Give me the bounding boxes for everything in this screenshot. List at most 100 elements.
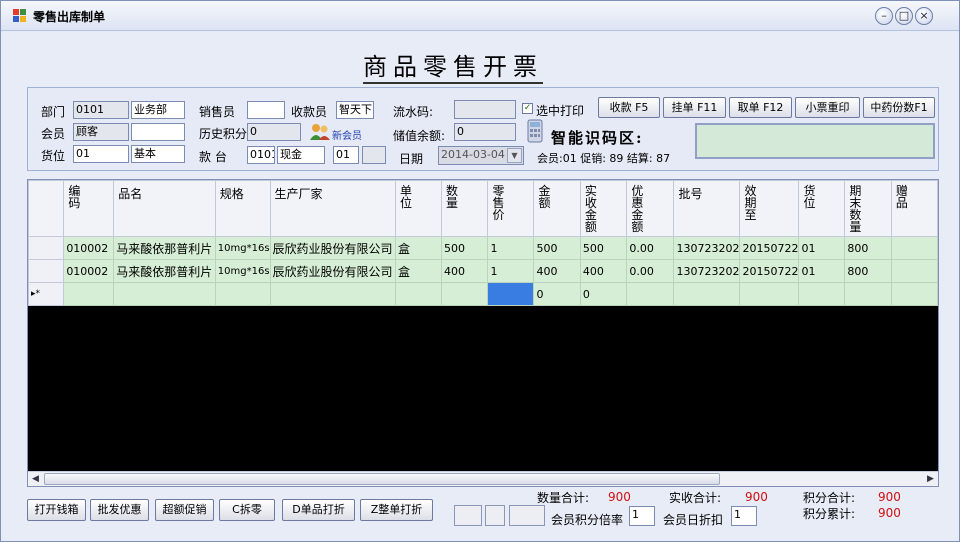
cell-gift[interactable] bbox=[890, 236, 938, 260]
cell-spec[interactable]: 10mg*16s bbox=[214, 236, 271, 260]
cell-qty[interactable]: 500 bbox=[441, 236, 489, 260]
cell-stock[interactable]: 800 bbox=[844, 259, 892, 283]
collect-button[interactable]: 收款 F5 bbox=[598, 97, 660, 118]
cell-price[interactable]: 1 bbox=[487, 236, 535, 260]
table-row[interactable]: 010002 马来酸依那普利片 10mg*16s 辰欣药业股份有限公司 盒 40… bbox=[28, 259, 938, 283]
column-header-unit[interactable]: 单位 bbox=[395, 180, 443, 237]
table-row[interactable]: 010002 马来酸依那普利片 10mg*16s 辰欣药业股份有限公司 盒 50… bbox=[28, 236, 938, 260]
points-rate-field[interactable]: 1 bbox=[629, 506, 655, 526]
cell-expiry[interactable]: 20150722 bbox=[739, 236, 800, 260]
cell-unit[interactable]: 盒 bbox=[395, 236, 443, 260]
serial-field[interactable] bbox=[454, 100, 516, 119]
cell-discount[interactable]: 0.00 bbox=[626, 259, 675, 283]
print-checkbox[interactable]: ✓ bbox=[522, 103, 533, 114]
history-points-field[interactable]: 0 bbox=[247, 123, 301, 141]
cell-stock[interactable] bbox=[844, 282, 892, 306]
cell-unit[interactable] bbox=[395, 282, 443, 306]
column-header-amount[interactable]: 金额 bbox=[533, 180, 581, 237]
cell-spec[interactable] bbox=[214, 282, 271, 306]
cell-manufacturer[interactable] bbox=[269, 282, 397, 306]
new-member-icon[interactable] bbox=[309, 123, 331, 141]
cell-qty[interactable] bbox=[441, 282, 489, 306]
column-header-batch[interactable]: 批号 bbox=[673, 180, 741, 237]
cell-manufacturer[interactable]: 辰欣药业股份有限公司 bbox=[269, 259, 397, 283]
dept-name-field[interactable]: 业务部 bbox=[131, 101, 185, 119]
counter-name-field[interactable]: 现金 bbox=[277, 146, 325, 164]
cell-gift[interactable] bbox=[890, 282, 938, 306]
counter-code-field[interactable]: 0101 bbox=[247, 146, 275, 164]
column-header-spec[interactable]: 规格 bbox=[214, 180, 271, 237]
cashier-field[interactable]: 智天下 bbox=[336, 101, 374, 119]
member-name-field[interactable] bbox=[131, 123, 185, 141]
dept-code-field[interactable]: 0101 bbox=[73, 101, 129, 119]
cell-location[interactable]: 01 bbox=[798, 236, 846, 260]
column-header-code[interactable]: 编码 bbox=[63, 180, 115, 237]
column-header-location[interactable]: 货位 bbox=[798, 180, 846, 237]
cell-code[interactable] bbox=[63, 282, 115, 306]
cell-discount[interactable] bbox=[626, 282, 675, 306]
cell-gift[interactable] bbox=[890, 259, 938, 283]
column-header-price[interactable]: 零售价 bbox=[487, 180, 535, 237]
column-header-stock[interactable]: 期末数量 bbox=[844, 180, 892, 237]
new-row[interactable]: ▸* 0 0 bbox=[28, 282, 938, 306]
cell-name[interactable] bbox=[113, 282, 216, 306]
location-code-field[interactable]: 01 bbox=[73, 145, 129, 163]
order-discount-button[interactable]: Z整单打折 bbox=[360, 499, 433, 521]
cell-spec[interactable]: 10mg*16s bbox=[214, 259, 271, 283]
sales-grid[interactable]: 编码 品名 规格 生产厂家 单位 数量 零售价 金额 实收金额 优惠金额 批号 … bbox=[27, 179, 939, 487]
cell-price-selected[interactable] bbox=[487, 282, 535, 306]
cell-code[interactable]: 010002 bbox=[63, 259, 115, 283]
cell-stock[interactable]: 800 bbox=[844, 236, 892, 260]
cell-name[interactable]: 马来酸依那普利片 bbox=[113, 259, 216, 283]
cell-location[interactable]: 01 bbox=[798, 259, 846, 283]
cell-code[interactable]: 010002 bbox=[63, 236, 115, 260]
cell-manufacturer[interactable]: 辰欣药业股份有限公司 bbox=[269, 236, 397, 260]
cell-amount[interactable]: 400 bbox=[533, 259, 581, 283]
chevron-down-icon[interactable]: ▼ bbox=[507, 148, 522, 163]
herb-count-button[interactable]: 中药份数F1 bbox=[863, 97, 935, 118]
horizontal-scrollbar[interactable]: ◀ ▶ bbox=[28, 471, 938, 486]
scroll-left-icon[interactable]: ◀ bbox=[28, 472, 43, 486]
maximize-button[interactable]: □ bbox=[895, 7, 913, 25]
cell-expiry[interactable]: 20150722 bbox=[739, 259, 800, 283]
cell-location[interactable] bbox=[798, 282, 846, 306]
cell-batch[interactable]: 130723202 bbox=[673, 259, 741, 283]
column-header-name[interactable]: 品名 bbox=[113, 180, 216, 237]
column-header-qty[interactable]: 数量 bbox=[441, 180, 489, 237]
location-name-field[interactable]: 基本 bbox=[131, 145, 185, 163]
column-header-discount[interactable]: 优惠金额 bbox=[626, 180, 675, 237]
balance-field[interactable]: 0 bbox=[454, 123, 516, 141]
cell-batch[interactable]: 130723202 bbox=[673, 236, 741, 260]
reprint-button[interactable]: 小票重印 bbox=[795, 97, 860, 118]
date-picker[interactable]: 2014-03-04 ▼ bbox=[438, 146, 524, 165]
wholesale-discount-button[interactable]: 批发优惠 bbox=[90, 499, 149, 521]
smart-scan-input[interactable] bbox=[695, 123, 935, 159]
counter-no-field[interactable]: 01 bbox=[333, 146, 359, 164]
excess-promo-button[interactable]: 超额促销 bbox=[155, 499, 214, 521]
cell-qty[interactable]: 400 bbox=[441, 259, 489, 283]
scrollbar-thumb[interactable] bbox=[44, 473, 720, 485]
column-header-gift[interactable]: 赠品 bbox=[890, 180, 938, 237]
scroll-right-icon[interactable]: ▶ bbox=[923, 472, 938, 486]
cell-received[interactable]: 500 bbox=[579, 236, 628, 260]
salesman-field[interactable] bbox=[247, 101, 285, 119]
cell-expiry[interactable] bbox=[739, 282, 800, 306]
cell-discount[interactable]: 0.00 bbox=[626, 236, 675, 260]
open-drawer-button[interactable]: 打开钱箱 bbox=[27, 499, 86, 521]
calculator-icon[interactable] bbox=[527, 119, 543, 143]
column-header-expiry[interactable]: 效期至 bbox=[739, 180, 800, 237]
cell-name[interactable]: 马来酸依那普利片 bbox=[113, 236, 216, 260]
cell-amount[interactable]: 0 bbox=[533, 282, 581, 306]
split-button[interactable]: C拆零 bbox=[219, 499, 275, 521]
row-header[interactable] bbox=[28, 259, 65, 283]
minimize-button[interactable]: – bbox=[875, 7, 893, 25]
retrieve-button[interactable]: 取单 F12 bbox=[729, 97, 792, 118]
member-day-discount-field[interactable]: 1 bbox=[731, 506, 757, 526]
cell-amount[interactable]: 500 bbox=[533, 236, 581, 260]
cell-price[interactable]: 1 bbox=[487, 259, 535, 283]
cell-received[interactable]: 0 bbox=[579, 282, 628, 306]
new-member-link[interactable]: 新会员 bbox=[332, 127, 362, 142]
column-header-manufacturer[interactable]: 生产厂家 bbox=[269, 180, 397, 237]
close-button[interactable]: × bbox=[915, 7, 933, 25]
row-header[interactable] bbox=[28, 236, 65, 260]
